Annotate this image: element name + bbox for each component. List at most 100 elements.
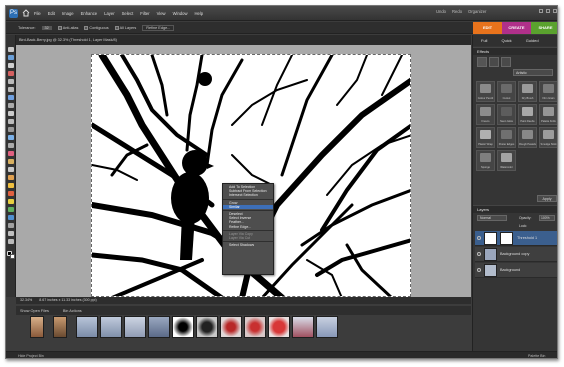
home-icon[interactable] <box>22 9 30 17</box>
context-menu-item[interactable]: Intersect Selection <box>223 193 273 197</box>
contiguous-checkbox[interactable]: Contiguous <box>84 25 109 30</box>
menu-layer[interactable]: Layer <box>104 11 114 16</box>
gradient-tool-icon[interactable] <box>8 207 14 212</box>
bin-thumbnail[interactable] <box>53 316 67 338</box>
opacity-input[interactable]: 100% <box>539 215 555 221</box>
lasso-tool-icon[interactable] <box>8 87 14 92</box>
layer-row[interactable]: Background <box>475 263 557 278</box>
visibility-eye-icon[interactable] <box>477 268 481 272</box>
clone-stamp-tool-icon[interactable] <box>8 167 14 172</box>
blur-tool-icon[interactable] <box>8 223 14 228</box>
eraser-tool-icon[interactable] <box>8 175 14 180</box>
effect-thumbnail[interactable]: Sponge <box>476 150 495 171</box>
eyedropper-tool-icon[interactable] <box>8 71 14 76</box>
selection-brush-tool-icon[interactable] <box>8 103 14 108</box>
layers-panel-header[interactable]: Layers <box>473 205 557 213</box>
minimize-icon[interactable] <box>539 9 543 13</box>
effect-thumbnail[interactable]: Fresco <box>476 104 495 125</box>
bin-thumbnail[interactable] <box>172 316 194 338</box>
menu-select[interactable]: Select <box>122 11 134 16</box>
menu-file[interactable]: File <box>34 11 41 16</box>
pencil-tool-icon[interactable] <box>8 239 14 244</box>
bin-thumbnail[interactable] <box>196 316 218 338</box>
apply-button[interactable]: Apply <box>537 195 557 202</box>
effect-thumbnail[interactable]: Colour Pencil <box>476 81 495 102</box>
bin-thumbnail[interactable] <box>76 316 98 338</box>
bin-thumbnail[interactable] <box>30 316 44 338</box>
visibility-eye-icon[interactable] <box>477 252 481 256</box>
bin-thumbnail[interactable] <box>148 316 170 338</box>
effect-thumbnail[interactable]: Film Grain <box>539 81 557 102</box>
document-tab[interactable]: Bird-Back-Berry.jpg @ 32.3% (Threshold 1… <box>16 35 471 45</box>
effect-thumbnail[interactable]: Watercolor <box>497 150 516 171</box>
red-eye-tool-icon[interactable] <box>8 151 14 156</box>
hand-tool-icon[interactable] <box>8 63 14 68</box>
all-layers-checkbox[interactable]: All Layers <box>114 25 136 30</box>
smart-brush-tool-icon[interactable] <box>8 191 14 196</box>
bin-actions-button[interactable]: Bin Actions <box>63 309 82 313</box>
spot-healing-tool-icon[interactable] <box>8 159 14 164</box>
show-open-files-dropdown[interactable]: Show Open Files <box>20 309 49 313</box>
effect-thumbnail[interactable]: Plastic Wrap <box>476 127 495 148</box>
menu-enhance[interactable]: Enhance <box>81 11 98 16</box>
tab-create[interactable]: CREATE <box>502 22 531 34</box>
tab-edit[interactable]: EDIT <box>473 22 502 34</box>
filters-icon[interactable] <box>477 57 487 67</box>
bin-thumbnail[interactable] <box>316 316 338 338</box>
move-tool-icon[interactable] <box>8 47 14 52</box>
context-menu-item[interactable]: Select Shadows <box>223 243 273 247</box>
bin-thumbnail[interactable] <box>268 316 290 338</box>
organizer-button[interactable]: Organizer <box>468 9 486 14</box>
close-icon[interactable] <box>553 9 557 13</box>
recompose-tool-icon[interactable] <box>8 127 14 132</box>
shape-tool-icon[interactable] <box>8 215 14 220</box>
bin-thumbnail[interactable] <box>100 316 122 338</box>
menu-filter[interactable]: Filter <box>140 11 149 16</box>
layer-mask-thumbnail[interactable] <box>500 232 513 245</box>
paint-bucket-tool-icon[interactable] <box>8 199 14 204</box>
layer-row[interactable]: Background copy <box>475 247 557 262</box>
bin-thumbnail[interactable] <box>292 316 314 338</box>
effects-panel-header[interactable]: Effects <box>473 47 557 55</box>
effect-thumbnail[interactable]: Paint Daubs <box>518 104 537 125</box>
refine-edge-button[interactable]: Refine Edge... <box>142 24 175 31</box>
effect-thumbnail[interactable]: Palette Knife <box>539 104 557 125</box>
palette-bin-button[interactable]: Palette Bin <box>528 354 545 358</box>
context-menu-item[interactable]: Refine Edge... <box>223 225 273 229</box>
tab-full[interactable]: Full <box>481 38 487 43</box>
menu-view[interactable]: View <box>157 11 166 16</box>
menu-help[interactable]: Help <box>195 11 204 16</box>
antialias-checkbox[interactable]: Anti-alias <box>57 25 78 30</box>
effect-thumbnail[interactable]: Poster Edges <box>497 127 516 148</box>
effect-thumbnail[interactable]: Cutout <box>497 81 516 102</box>
menu-window[interactable]: Window <box>173 11 188 16</box>
redo-button[interactable]: Redo <box>452 9 462 14</box>
menu-edit[interactable]: Edit <box>48 11 55 16</box>
sponge-tool-icon[interactable] <box>8 231 14 236</box>
zoom-tool-icon[interactable] <box>8 55 14 60</box>
hide-project-bin-button[interactable]: Hide Project Bin <box>18 354 44 358</box>
undo-button[interactable]: Undo <box>436 9 446 14</box>
photo-effects-icon[interactable] <box>501 57 511 67</box>
visibility-eye-icon[interactable] <box>477 236 481 240</box>
background-color-swatch[interactable] <box>10 254 15 259</box>
context-menu-item[interactable]: Similar <box>223 204 273 209</box>
blend-mode-dropdown[interactable]: Normal <box>477 215 507 221</box>
marquee-tool-icon[interactable] <box>8 79 14 84</box>
bin-thumbnail[interactable] <box>244 316 266 338</box>
type-tool-icon[interactable] <box>8 111 14 116</box>
effect-thumbnail[interactable]: Rough Pastels <box>518 127 537 148</box>
crop-tool-icon[interactable] <box>8 119 14 124</box>
brush-tool-icon[interactable] <box>8 183 14 188</box>
bin-thumbnail[interactable] <box>124 316 146 338</box>
tab-share[interactable]: SHARE <box>531 22 557 34</box>
layer-row[interactable]: Threshold 1 <box>475 231 557 246</box>
straighten-tool-icon[interactable] <box>8 143 14 148</box>
tab-guided[interactable]: Guided <box>526 38 539 43</box>
menu-image[interactable]: Image <box>62 11 74 16</box>
effect-thumbnail[interactable]: Dry Brush <box>518 81 537 102</box>
tab-quick[interactable]: Quick <box>501 38 511 43</box>
effect-thumbnail[interactable]: Smudge Stick <box>539 127 557 148</box>
maximize-icon[interactable] <box>546 9 550 13</box>
tolerance-input[interactable]: 32 <box>41 25 52 30</box>
